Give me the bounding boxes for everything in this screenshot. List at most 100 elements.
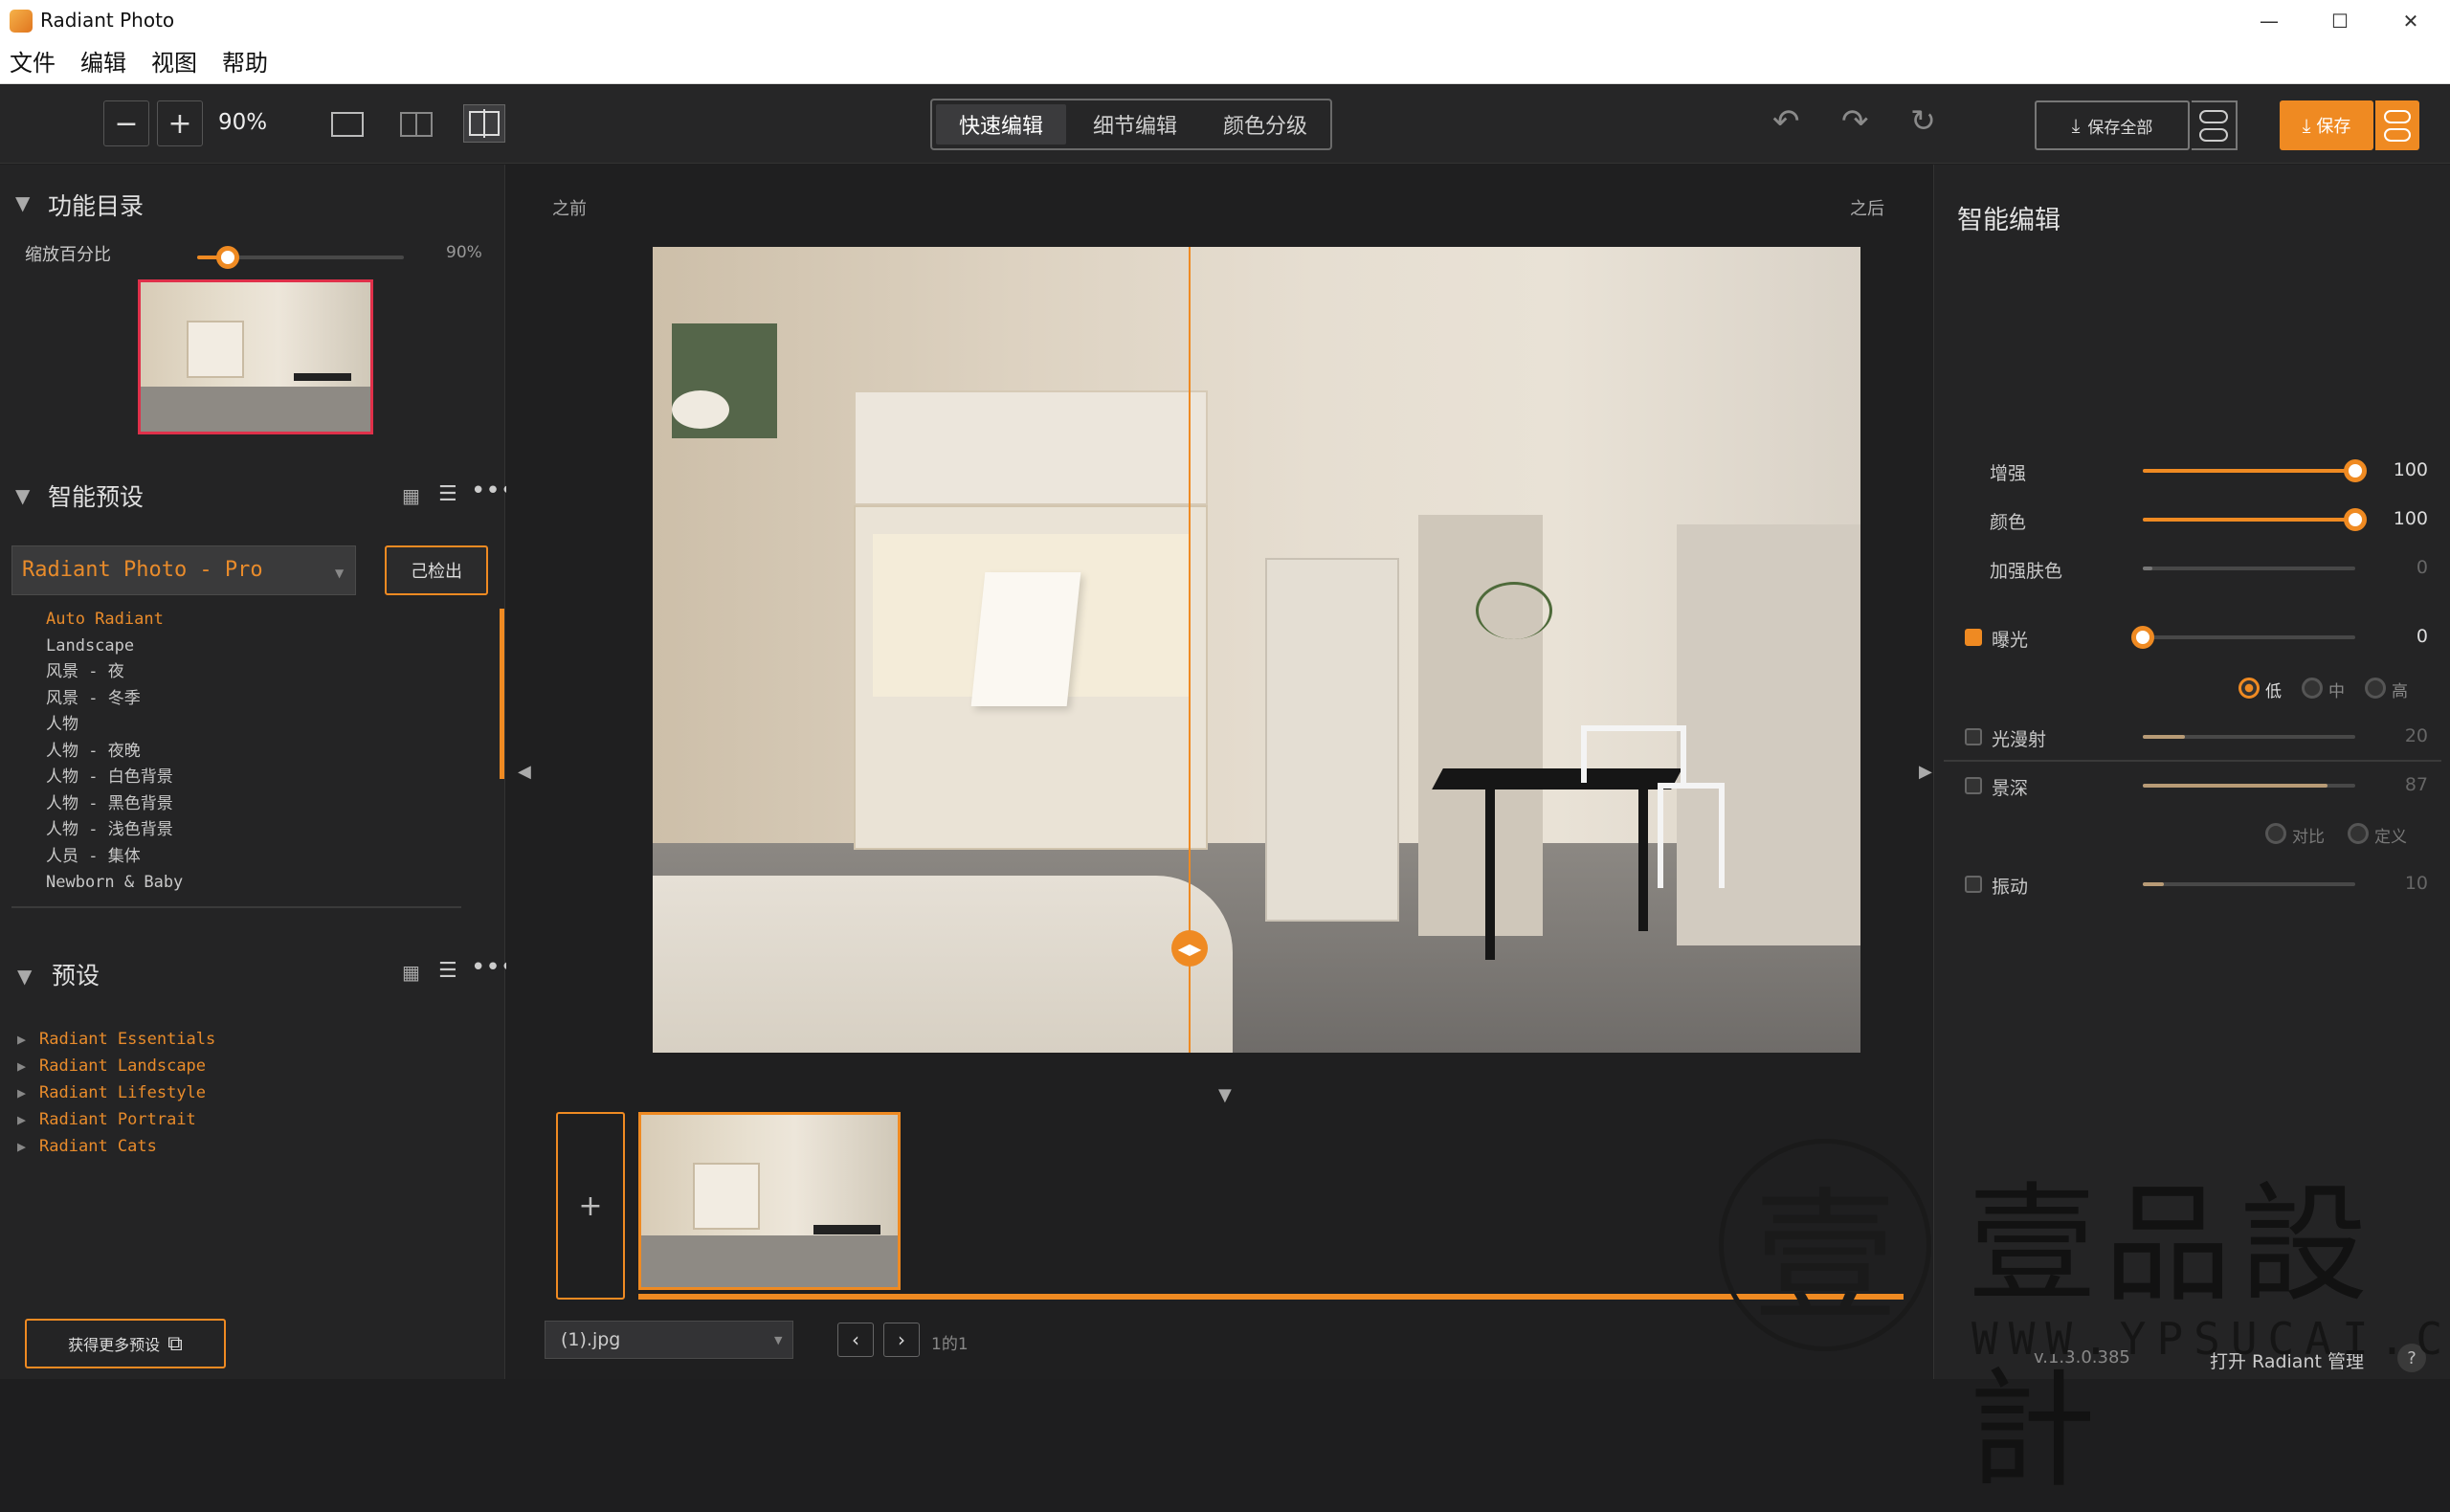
collapse-smart-icon[interactable]: ▼ bbox=[15, 484, 30, 507]
slider-checkbox[interactable] bbox=[1965, 728, 1982, 745]
navigator-thumbnail[interactable] bbox=[138, 279, 373, 434]
side-by-side-icon[interactable] bbox=[400, 112, 433, 137]
undo-icon[interactable]: ↶ bbox=[1772, 102, 1800, 141]
slider-checkbox[interactable] bbox=[1965, 777, 1982, 794]
expand-arrow-icon[interactable]: ▶ bbox=[17, 1111, 26, 1128]
exposure-radio[interactable] bbox=[2238, 678, 2260, 699]
list-view-icon[interactable]: ☰ bbox=[438, 482, 457, 506]
grid-view-icon[interactable]: ▦ bbox=[402, 961, 420, 984]
split-view-icon[interactable] bbox=[463, 104, 505, 143]
expand-arrow-icon[interactable]: ▶ bbox=[17, 1057, 26, 1075]
smart-preset-item[interactable]: Newborn & Baby bbox=[46, 870, 183, 897]
collapse-filmstrip-icon[interactable]: ▼ bbox=[1218, 1085, 1232, 1105]
slider-knob[interactable] bbox=[2344, 508, 2367, 531]
preset-group[interactable]: ▶ Radiant Portrait bbox=[17, 1106, 215, 1133]
slider-label: 加强肤色 bbox=[1990, 561, 2063, 582]
slider-track[interactable] bbox=[2143, 882, 2355, 886]
prev-image-button[interactable]: ‹ bbox=[837, 1323, 874, 1357]
get-more-presets-button[interactable]: 获得更多预设 ⧉ bbox=[25, 1319, 226, 1368]
zoom-out-button[interactable]: − bbox=[103, 100, 149, 146]
redo-icon[interactable]: ↷ bbox=[1841, 102, 1869, 141]
exposure-radio[interactable] bbox=[2302, 678, 2323, 699]
smart-preset-item[interactable]: 风景 - 冬季 bbox=[46, 686, 183, 713]
preset-group[interactable]: ▶ Radiant Landscape bbox=[17, 1053, 215, 1079]
split-handle-icon[interactable]: ◀▶ bbox=[1171, 930, 1208, 967]
menu-file[interactable]: 文件 bbox=[10, 42, 56, 84]
open-manager-link[interactable]: 打开 Radiant 管理 bbox=[2210, 1347, 2364, 1373]
collapse-nav-icon[interactable]: ▼ bbox=[15, 191, 30, 214]
tab-quick-edit[interactable]: 快速编辑 bbox=[936, 104, 1066, 145]
photo-preview[interactable]: ◀▶ bbox=[653, 247, 1860, 1053]
smart-preset-item[interactable]: 人物 - 浅色背景 bbox=[46, 817, 183, 844]
exposure-radio[interactable] bbox=[2365, 678, 2386, 699]
tab-detail-edit[interactable]: 细节编辑 bbox=[1070, 100, 1200, 148]
zoom-slider-knob[interactable] bbox=[216, 246, 240, 269]
preset-group[interactable]: ▶ Radiant Cats bbox=[17, 1133, 215, 1160]
smart-preset-item[interactable]: Auto Radiant bbox=[46, 607, 183, 634]
filmstrip-thumbnail[interactable] bbox=[638, 1112, 901, 1290]
left-arrow-icon[interactable]: ◀ bbox=[518, 762, 531, 782]
slider-fill bbox=[2143, 784, 2328, 788]
slider-track[interactable] bbox=[2143, 635, 2355, 639]
maximize-button[interactable]: ☐ bbox=[2305, 0, 2375, 42]
help-icon[interactable]: ? bbox=[2397, 1344, 2426, 1372]
filmstrip-scrollbar[interactable] bbox=[638, 1294, 1904, 1300]
preset-dropdown[interactable]: Radiant Photo - Pro bbox=[11, 545, 356, 595]
app-logo-icon bbox=[10, 10, 33, 33]
save-all-label: 保存全部 bbox=[2087, 118, 2153, 138]
save-toggle-icon[interactable] bbox=[2375, 100, 2419, 150]
slider-label: 曝光 bbox=[1992, 630, 2029, 651]
menu-edit[interactable]: 编辑 bbox=[80, 42, 126, 84]
save-all-button[interactable]: ⤓ 保存全部 bbox=[2035, 100, 2190, 150]
preset-group[interactable]: ▶ Radiant Essentials bbox=[17, 1026, 215, 1053]
reset-icon[interactable]: ↻ bbox=[1910, 102, 1936, 139]
expand-arrow-icon[interactable]: ▶ bbox=[17, 1138, 26, 1155]
file-select[interactable]: (1).jpg bbox=[545, 1321, 793, 1359]
slider-fill bbox=[2143, 735, 2186, 739]
smart-preset-item[interactable]: 人物 bbox=[46, 712, 183, 739]
slider-value: 0 bbox=[2416, 557, 2428, 578]
depth-radio[interactable] bbox=[2265, 823, 2286, 844]
collapse-preset-icon[interactable]: ▼ bbox=[17, 965, 32, 988]
window-title: Radiant Photo bbox=[40, 9, 175, 32]
smart-preset-item[interactable]: Landscape bbox=[46, 634, 183, 660]
smart-preset-item[interactable]: 人物 - 夜晚 bbox=[46, 739, 183, 766]
divider bbox=[1944, 760, 2441, 762]
detected-button[interactable]: 己检出 bbox=[385, 545, 488, 595]
slider-checkbox[interactable] bbox=[1965, 629, 1982, 646]
single-view-icon[interactable] bbox=[331, 112, 364, 137]
minimize-button[interactable]: — bbox=[2234, 0, 2305, 42]
list-view-icon[interactable]: ☰ bbox=[438, 959, 457, 983]
smart-preset-item[interactable]: 人物 - 黑色背景 bbox=[46, 791, 183, 818]
zoom-in-button[interactable]: + bbox=[157, 100, 203, 146]
menu-bar: 文件 编辑 视图 帮助 bbox=[0, 42, 2450, 84]
smart-preset-item[interactable]: 人员 - 集体 bbox=[46, 844, 183, 871]
smart-preset-item[interactable]: 风景 - 夜 bbox=[46, 659, 183, 686]
presets-title: 预设 bbox=[52, 962, 100, 989]
list-scrollbar[interactable] bbox=[500, 609, 504, 779]
preset-group[interactable]: ▶ Radiant Lifestyle bbox=[17, 1079, 215, 1106]
smart-preset-item[interactable]: 人物 - 白色背景 bbox=[46, 765, 183, 791]
slider-value: 100 bbox=[2393, 459, 2428, 480]
slider-track[interactable] bbox=[2143, 567, 2355, 570]
zoom-level: 90% bbox=[218, 110, 268, 135]
batch-toggle-icon[interactable] bbox=[2192, 100, 2238, 150]
slider-knob[interactable] bbox=[2344, 459, 2367, 482]
tab-color-grading[interactable]: 颜色分级 bbox=[1200, 100, 1330, 148]
slider-knob[interactable] bbox=[2131, 626, 2154, 649]
grid-view-icon[interactable]: ▦ bbox=[402, 484, 420, 507]
next-image-button[interactable]: › bbox=[883, 1323, 920, 1357]
expand-arrow-icon[interactable]: ▶ bbox=[17, 1031, 26, 1048]
menu-view[interactable]: 视图 bbox=[151, 42, 197, 84]
right-arrow-icon[interactable]: ▶ bbox=[1919, 762, 1932, 782]
close-button[interactable]: ✕ bbox=[2375, 0, 2446, 42]
save-button[interactable]: ⤓ 保存 bbox=[2280, 100, 2373, 150]
menu-help[interactable]: 帮助 bbox=[222, 42, 268, 84]
slider-checkbox[interactable] bbox=[1965, 876, 1982, 893]
expand-arrow-icon[interactable]: ▶ bbox=[17, 1084, 26, 1101]
depth-option-label: 对比 bbox=[2292, 828, 2325, 847]
left-panel: ▼ 功能目录 缩放百分比 90% ▼ 智能预设 ▦ ☰ ••• Radiant … bbox=[0, 165, 515, 1379]
add-image-button[interactable]: + bbox=[556, 1112, 625, 1300]
depth-radio[interactable] bbox=[2348, 823, 2369, 844]
depth-option-label: 定义 bbox=[2374, 828, 2407, 847]
